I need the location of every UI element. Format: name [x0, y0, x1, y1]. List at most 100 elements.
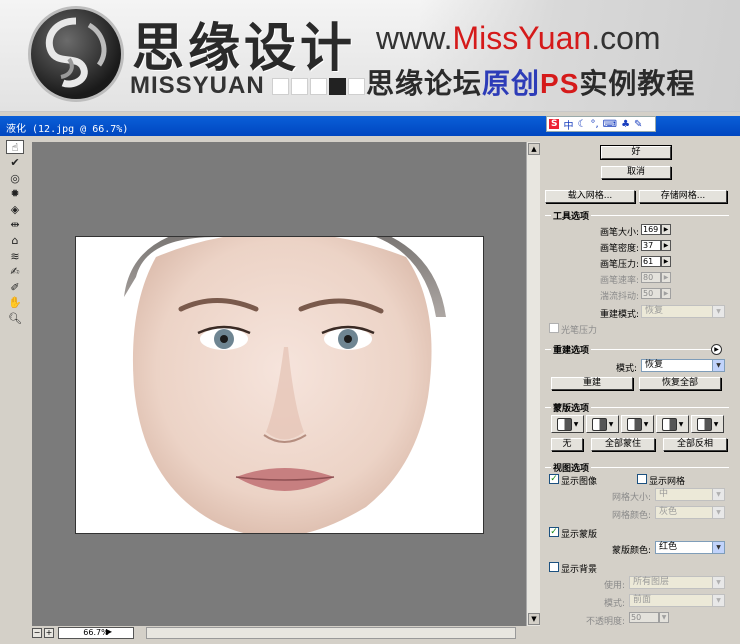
- window-title: 液化 (12.jpg @ 66.7%): [6, 124, 129, 135]
- keyboard-icon[interactable]: ⌨: [603, 119, 617, 130]
- mesh-size-value: 中: [659, 489, 669, 499]
- hand-tool-icon[interactable]: ✋: [6, 296, 24, 310]
- brush-pressure-label: 画笔压力:: [599, 260, 639, 270]
- show-mask-checkbox[interactable]: ✓: [549, 527, 559, 537]
- mesh-color-label: 网格颜色:: [611, 511, 651, 521]
- mask-subtract-button[interactable]: ▼: [621, 415, 654, 433]
- wrench-icon[interactable]: ✎: [634, 119, 642, 130]
- pucker-tool-icon[interactable]: ✹: [6, 187, 24, 201]
- site-banner: 思缘设计 MISSYUAN www.MissYuan.com 思缘论坛原创PS实…: [0, 0, 740, 112]
- cancel-button[interactable]: 取消: [601, 166, 671, 179]
- slogan-ps: PS: [540, 68, 580, 99]
- slider-arrow-icon: ▶: [661, 288, 671, 299]
- chevron-down-icon: ▼: [643, 420, 649, 428]
- forward-warp-tool-icon[interactable]: ☝: [6, 140, 24, 154]
- brush-pressure-field[interactable]: 61 ▶: [641, 256, 671, 267]
- slogan-tutorial: 实例教程: [579, 68, 696, 99]
- reconstruct-tool-icon[interactable]: ✔: [6, 156, 24, 170]
- mask-none-button[interactable]: 无: [551, 438, 583, 451]
- mask-add-button[interactable]: ▼: [586, 415, 619, 433]
- slider-arrow-icon[interactable]: ▶: [661, 224, 671, 235]
- zoom-menu-icon[interactable]: ▶: [104, 628, 114, 638]
- scroll-up-icon[interactable]: ▲: [528, 143, 540, 155]
- brush-rate-value: 80: [643, 273, 654, 282]
- reconstruct-options-expand-icon[interactable]: ▶: [711, 344, 722, 355]
- turbulence-tool-icon[interactable]: ≋: [6, 249, 24, 263]
- backdrop-opacity-field: 50 ▼: [629, 612, 669, 623]
- mask-color-select[interactable]: 红色 ▼: [655, 541, 725, 554]
- chevron-down-icon: ▼: [712, 306, 724, 317]
- mask-intersect-button[interactable]: ▼: [656, 415, 689, 433]
- twirl-tool-icon[interactable]: ◎: [6, 171, 24, 185]
- mask-invert-button[interactable]: ▼: [691, 415, 724, 433]
- reconstruct-mode2-select[interactable]: 恢复 ▼: [641, 359, 725, 372]
- ime-mode[interactable]: 中: [563, 117, 573, 132]
- sogou-icon[interactable]: S: [549, 119, 560, 129]
- reconstruct-button[interactable]: 重建: [551, 377, 633, 390]
- invert-all-button[interactable]: 全部反相: [663, 438, 727, 451]
- view-options-title: 视图选项: [551, 461, 592, 474]
- reconstruct-options-title: 重建选项: [551, 343, 592, 356]
- mirror-tool-icon[interactable]: ⌂: [6, 234, 24, 248]
- ime-toolbar[interactable]: S 中 ☾ °, ⌨ ♣ ✎: [546, 116, 656, 132]
- brush-size-field[interactable]: 169 ▶: [641, 224, 671, 235]
- slider-arrow-icon[interactable]: ▶: [661, 256, 671, 267]
- show-image-checkbox[interactable]: ✓: [549, 474, 559, 484]
- url-yuan: Yuan: [518, 20, 592, 56]
- ok-button[interactable]: 好: [600, 145, 672, 160]
- url-suffix: .com: [591, 20, 661, 56]
- mask-all-button[interactable]: 全部蒙住: [591, 438, 655, 451]
- face-photo[interactable]: [75, 236, 484, 534]
- skin-icon[interactable]: ♣: [621, 119, 630, 130]
- push-left-tool-icon[interactable]: ⇹: [6, 218, 24, 232]
- face-illustration: [76, 237, 483, 533]
- freeze-mask-tool-icon[interactable]: ✍: [6, 265, 24, 279]
- show-backdrop-checkbox[interactable]: [549, 562, 559, 572]
- slider-arrow-icon: ▼: [659, 612, 669, 623]
- show-mesh-checkbox[interactable]: [637, 474, 647, 484]
- url-miss: Miss: [452, 20, 519, 56]
- chevron-down-icon[interactable]: ▼: [712, 360, 724, 371]
- backdrop-mode-value: 前面: [633, 595, 652, 605]
- brush-size-value: 169: [643, 225, 659, 234]
- zoom-tool-icon[interactable]: 🔍︎: [6, 312, 24, 326]
- chevron-down-icon: ▼: [573, 420, 579, 428]
- chevron-down-icon[interactable]: ▼: [712, 542, 724, 553]
- brush-density-field[interactable]: 37 ▶: [641, 240, 671, 251]
- moon-icon[interactable]: ☾: [577, 119, 586, 130]
- brand-english: MISSYUAN: [130, 72, 265, 99]
- chevron-down-icon: ▼: [712, 577, 724, 588]
- load-mesh-button[interactable]: 载入网格...: [545, 190, 635, 203]
- mesh-size-select: 中 ▼: [655, 488, 725, 501]
- mask-intersect-icon: [661, 417, 677, 431]
- mask-replace-button[interactable]: ▼: [551, 415, 584, 433]
- vertical-scrollbar[interactable]: ▲ ▼: [526, 142, 540, 626]
- reconstruct-mode2-value: 恢复: [645, 360, 664, 370]
- options-panel: 好 取消 载入网格... 存储网格... 工具选项 画笔大小: 169 ▶ 画笔密…: [541, 142, 740, 642]
- slider-arrow-icon[interactable]: ▶: [661, 240, 671, 251]
- chevron-down-icon: ▼: [678, 420, 684, 428]
- save-mesh-button[interactable]: 存储网格...: [639, 190, 727, 203]
- mask-replace-icon: [556, 417, 572, 431]
- mask-color-value: 红色: [659, 542, 678, 552]
- punctuation-icon[interactable]: °,: [590, 119, 598, 130]
- backdrop-use-value: 所有图层: [633, 577, 670, 587]
- zoom-in-button[interactable]: +: [44, 628, 54, 638]
- bloat-tool-icon[interactable]: ◈: [6, 202, 24, 216]
- horizontal-scrollbar[interactable]: [146, 627, 516, 639]
- reconstruct-mode2-label: 模式:: [615, 364, 637, 374]
- show-mask-label: 显示蒙版: [561, 530, 598, 540]
- tool-options-title: 工具选项: [551, 209, 592, 222]
- thaw-mask-tool-icon[interactable]: ✐: [6, 280, 24, 294]
- turbulent-jitter-label: 湍流抖动:: [599, 292, 639, 302]
- square-dark: [329, 78, 346, 95]
- show-mesh-label: 显示网格: [649, 477, 686, 487]
- zoom-level-field[interactable]: 66.7%: [58, 627, 134, 639]
- zoom-out-button[interactable]: −: [32, 628, 42, 638]
- backdrop-use-label: 使用:: [603, 581, 625, 591]
- brush-pressure-value: 61: [643, 257, 654, 266]
- restore-all-button[interactable]: 恢复全部: [639, 377, 721, 390]
- chevron-down-icon: ▼: [712, 489, 724, 500]
- backdrop-opacity-value: 50: [631, 613, 642, 622]
- scroll-down-icon[interactable]: ▼: [528, 613, 540, 625]
